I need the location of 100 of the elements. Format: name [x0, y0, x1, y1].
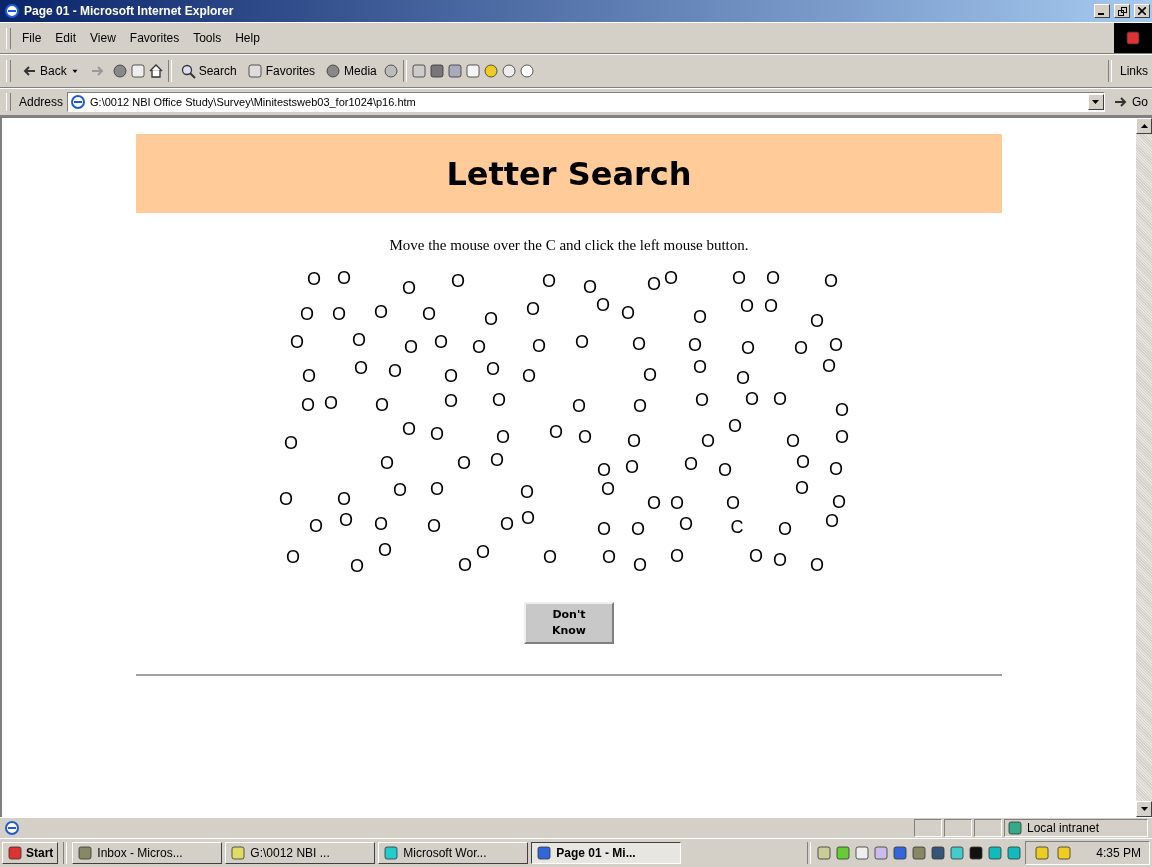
menu-item[interactable]: View: [83, 29, 123, 47]
menu-item[interactable]: Favorites: [122, 29, 187, 47]
letter[interactable]: O: [521, 509, 535, 527]
taskbar-button[interactable]: Microsoft Wor...: [378, 842, 529, 864]
letter[interactable]: O: [766, 269, 780, 287]
letter[interactable]: O: [643, 366, 657, 384]
minimize-button[interactable]: [1094, 4, 1110, 18]
letter[interactable]: O: [794, 339, 808, 357]
letter[interactable]: O: [388, 362, 402, 380]
letter[interactable]: O: [332, 305, 346, 323]
letter[interactable]: O: [701, 432, 715, 450]
letter[interactable]: O: [597, 461, 611, 479]
menu-item[interactable]: File: [15, 29, 49, 47]
letter[interactable]: O: [740, 297, 754, 315]
letter[interactable]: O: [307, 270, 321, 288]
letter[interactable]: O: [602, 548, 616, 566]
letter[interactable]: O: [741, 339, 755, 357]
menu-item[interactable]: Edit: [48, 29, 84, 47]
letter[interactable]: O: [486, 360, 500, 378]
letter[interactable]: O: [795, 479, 809, 497]
letter[interactable]: O: [339, 511, 353, 529]
letter[interactable]: O: [632, 335, 646, 353]
letter[interactable]: O: [522, 367, 536, 385]
letter[interactable]: O: [693, 358, 707, 376]
letter[interactable]: O: [476, 543, 490, 561]
letter[interactable]: O: [284, 434, 298, 452]
media-button[interactable]: Media: [321, 61, 381, 81]
letter[interactable]: O: [374, 303, 388, 321]
letter[interactable]: O: [402, 279, 416, 297]
letter[interactable]: O: [549, 423, 563, 441]
letter[interactable]: O: [451, 272, 465, 290]
letter[interactable]: O: [393, 481, 407, 499]
home-icon[interactable]: [147, 63, 164, 79]
letter[interactable]: O: [337, 269, 351, 287]
favorites-button[interactable]: Favorites: [242, 61, 320, 81]
letter[interactable]: O: [670, 494, 684, 512]
letter[interactable]: O: [764, 297, 778, 315]
letter[interactable]: O: [693, 308, 707, 326]
letter[interactable]: O: [749, 547, 763, 565]
letter[interactable]: O: [688, 336, 702, 354]
back-button[interactable]: Back: [17, 61, 84, 81]
letter[interactable]: O: [736, 369, 750, 387]
letter[interactable]: O: [496, 428, 510, 446]
app-icon[interactable]: [968, 845, 985, 861]
letter[interactable]: O: [520, 483, 534, 501]
letter[interactable]: O: [543, 548, 557, 566]
letter[interactable]: O: [786, 432, 800, 450]
letter[interactable]: O: [835, 401, 849, 419]
letter[interactable]: O: [542, 272, 556, 290]
letter[interactable]: O: [578, 428, 592, 446]
restore-button[interactable]: [1114, 4, 1130, 18]
letter[interactable]: O: [728, 417, 742, 435]
letter[interactable]: O: [572, 397, 586, 415]
letter[interactable]: O: [286, 548, 300, 566]
letter[interactable]: O: [829, 460, 843, 478]
scrollbar[interactable]: [1136, 118, 1152, 817]
letter[interactable]: O: [810, 556, 824, 574]
letter[interactable]: O: [458, 556, 472, 574]
close-button[interactable]: [1134, 4, 1150, 18]
letter[interactable]: O: [621, 304, 635, 322]
letter[interactable]: O: [625, 458, 639, 476]
letter[interactable]: O: [500, 515, 514, 533]
letter[interactable]: O: [352, 331, 366, 349]
letter[interactable]: O: [732, 269, 746, 287]
letter[interactable]: O: [835, 428, 849, 446]
letter[interactable]: O: [601, 480, 615, 498]
letter[interactable]: O: [726, 494, 740, 512]
letter[interactable]: O: [444, 367, 458, 385]
letter[interactable]: O: [829, 336, 843, 354]
dont-know-button[interactable]: Don't Know: [524, 602, 614, 644]
letter[interactable]: O: [430, 480, 444, 498]
letter[interactable]: O: [279, 490, 293, 508]
letter[interactable]: O: [825, 512, 839, 530]
search-button[interactable]: Search: [175, 61, 241, 81]
start-button[interactable]: Start: [2, 842, 59, 864]
letter[interactable]: O: [309, 517, 323, 535]
letter[interactable]: O: [679, 515, 693, 533]
letter[interactable]: O: [301, 396, 315, 414]
letter[interactable]: O: [773, 390, 787, 408]
letter[interactable]: O: [745, 390, 759, 408]
taskbar-button[interactable]: Page 01 - Mi...: [531, 842, 682, 864]
letter[interactable]: O: [380, 454, 394, 472]
letter[interactable]: O: [402, 420, 416, 438]
letter[interactable]: O: [824, 272, 838, 290]
letter[interactable]: O: [647, 494, 661, 512]
letter[interactable]: O: [532, 337, 546, 355]
letter[interactable]: O: [492, 391, 506, 409]
address-field[interactable]: G:\0012 NBI Office Study\Survey\Minitestsweb03_for1024\p16.htm: [67, 92, 1105, 112]
letter[interactable]: O: [484, 310, 498, 328]
letter[interactable]: O: [633, 556, 647, 574]
letter[interactable]: O: [695, 391, 709, 409]
letter[interactable]: O: [350, 557, 364, 575]
letter[interactable]: O: [430, 425, 444, 443]
letter[interactable]: O: [490, 451, 504, 469]
letter[interactable]: O: [302, 367, 316, 385]
letter[interactable]: O: [627, 432, 641, 450]
letter[interactable]: O: [596, 296, 610, 314]
scroll-down-button[interactable]: [1136, 801, 1152, 817]
letter[interactable]: O: [324, 394, 338, 412]
letter[interactable]: O: [647, 275, 661, 293]
